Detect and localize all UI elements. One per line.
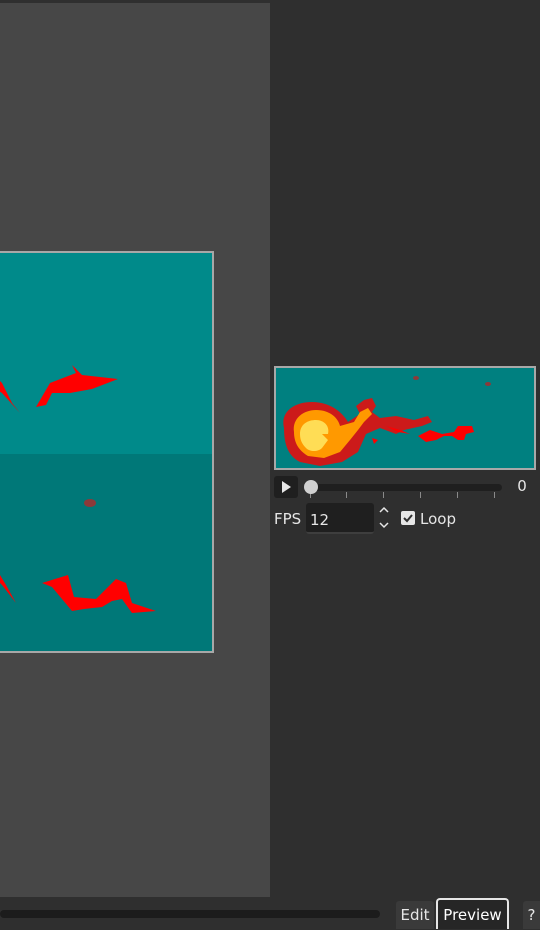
slider-tick (457, 492, 458, 498)
fireball-graphic (283, 376, 491, 466)
sprite-sheet[interactable] (0, 251, 214, 653)
slider-handle[interactable] (304, 480, 318, 494)
loop-checkbox[interactable] (401, 511, 415, 525)
help-button[interactable]: ? (523, 901, 540, 929)
fps-input[interactable] (306, 503, 374, 534)
loop-label: Loop (420, 510, 456, 528)
slider-tick (494, 492, 495, 498)
slider-tick (346, 492, 347, 498)
tab-edit[interactable]: Edit (396, 901, 434, 929)
current-frame-value: 0 (517, 477, 527, 495)
play-button[interactable] (274, 476, 298, 498)
slider-tick (420, 492, 421, 498)
canvas-area[interactable] (0, 3, 270, 897)
slider-tick (383, 492, 384, 498)
flame-frames-graphic (0, 365, 156, 613)
slider-track (304, 484, 502, 491)
tab-preview[interactable]: Preview (436, 898, 509, 929)
fps-label: FPS (274, 510, 302, 528)
frame-slider[interactable] (302, 476, 502, 500)
animation-preview (274, 366, 536, 470)
play-icon (282, 481, 291, 493)
spinner-arrows-icon[interactable] (378, 504, 390, 532)
horizontal-scrollbar[interactable] (0, 910, 380, 918)
checkmark-icon (403, 514, 413, 523)
